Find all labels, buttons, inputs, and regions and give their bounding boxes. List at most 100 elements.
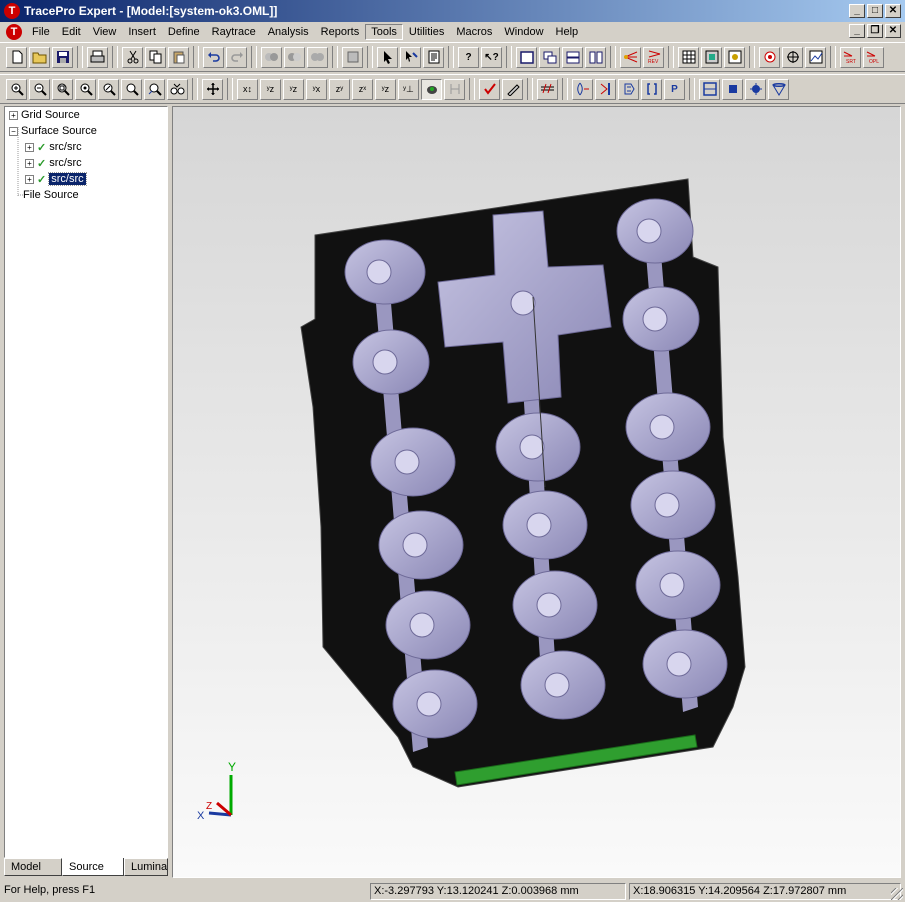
grid-box-icon[interactable] bbox=[699, 78, 720, 100]
rotate-xz-icon[interactable]: ʸz bbox=[283, 78, 304, 100]
tree-item-file-source[interactable]: File Source bbox=[23, 187, 79, 203]
tree-item-src-1[interactable]: + ✓ src/src bbox=[25, 139, 82, 155]
select-edge-icon[interactable] bbox=[400, 46, 421, 68]
checkmark-icon[interactable] bbox=[479, 78, 500, 100]
tab-source[interactable]: Source bbox=[62, 858, 124, 876]
source-icon[interactable] bbox=[759, 46, 780, 68]
menu-bar: T File Edit View Insert Define Raytrace … bbox=[0, 22, 905, 42]
boolean-intersect-icon[interactable] bbox=[261, 46, 282, 68]
close-button[interactable]: ✕ bbox=[885, 4, 901, 18]
tree-item-src-2[interactable]: + ✓ src/src bbox=[25, 155, 82, 171]
menu-raytrace[interactable]: Raytrace bbox=[206, 24, 262, 40]
doc-close-button[interactable]: ✕ bbox=[885, 24, 901, 38]
redo-icon[interactable] bbox=[226, 46, 247, 68]
ray-sort-icon[interactable] bbox=[805, 46, 826, 68]
tree-item-label: src/src bbox=[49, 157, 82, 169]
cut-icon[interactable] bbox=[122, 46, 143, 68]
rotate-x-icon[interactable]: ʸx bbox=[306, 78, 327, 100]
document-icon[interactable]: T bbox=[6, 24, 22, 40]
view-silhouette-icon[interactable] bbox=[421, 78, 442, 100]
app-icon[interactable]: T bbox=[4, 3, 20, 19]
separator bbox=[251, 46, 257, 68]
tree-item-src-3[interactable]: + ✓ src/src bbox=[25, 171, 87, 187]
resize-grip-icon[interactable] bbox=[891, 888, 903, 900]
view-axes-icon[interactable]: ʸ⊥ bbox=[398, 78, 419, 100]
pen-icon[interactable] bbox=[502, 78, 523, 100]
tab-model[interactable]: Model bbox=[4, 858, 62, 876]
menu-edit[interactable]: Edit bbox=[56, 24, 87, 40]
opl-icon[interactable]: OPL bbox=[863, 46, 884, 68]
open-folder-icon[interactable] bbox=[29, 46, 50, 68]
properties-sheet-icon[interactable] bbox=[423, 46, 444, 68]
checkmark-icon[interactable]: ✓ bbox=[37, 157, 46, 170]
hidden-line-icon[interactable] bbox=[444, 78, 465, 100]
pan-icon[interactable] bbox=[202, 78, 223, 100]
menu-define[interactable]: Define bbox=[162, 24, 206, 40]
dot-square-icon[interactable] bbox=[722, 78, 743, 100]
candela-plot-icon[interactable] bbox=[724, 46, 745, 68]
zoom-out-icon[interactable] bbox=[29, 78, 50, 100]
menu-view[interactable]: View bbox=[87, 24, 123, 40]
separator bbox=[830, 46, 836, 68]
doc-minimize-button[interactable]: _ bbox=[849, 24, 865, 38]
grid-icon[interactable] bbox=[678, 46, 699, 68]
boolean-union-icon[interactable] bbox=[307, 46, 328, 68]
menu-tools[interactable]: Tools bbox=[365, 24, 403, 40]
zoom-previous-icon[interactable] bbox=[144, 78, 165, 100]
rotate-xy-icon[interactable]: x↕ bbox=[237, 78, 258, 100]
target-icon[interactable] bbox=[782, 46, 803, 68]
tab-luminaire[interactable]: Lumina bbox=[124, 858, 168, 876]
copy-icon[interactable] bbox=[145, 46, 166, 68]
zoom-in-icon[interactable] bbox=[6, 78, 27, 100]
rotate-z-icon[interactable]: zʸ bbox=[329, 78, 350, 100]
raytrace-icon[interactable] bbox=[620, 46, 641, 68]
menu-window[interactable]: Window bbox=[498, 24, 549, 40]
print-icon[interactable] bbox=[87, 46, 108, 68]
checkmark-icon[interactable]: ✓ bbox=[37, 141, 46, 154]
rotate-free-icon[interactable]: zˣ bbox=[352, 78, 373, 100]
boolean-subtract-icon[interactable] bbox=[284, 46, 305, 68]
maximize-button[interactable]: □ bbox=[867, 4, 883, 18]
checkmark-icon[interactable]: ✓ bbox=[37, 173, 46, 186]
save-icon[interactable] bbox=[52, 46, 73, 68]
view-vertical-icon[interactable] bbox=[585, 46, 606, 68]
menu-insert[interactable]: Insert bbox=[122, 24, 162, 40]
splash-icon[interactable] bbox=[745, 78, 766, 100]
zoom-selection-icon[interactable] bbox=[98, 78, 119, 100]
help-icon[interactable]: ? bbox=[458, 46, 479, 68]
view-iso-icon[interactable]: ʸz bbox=[375, 78, 396, 100]
lens-icon[interactable] bbox=[572, 78, 593, 100]
rev-raytrace-icon[interactable]: REV bbox=[643, 46, 664, 68]
p-icon[interactable]: P bbox=[664, 78, 685, 100]
menu-file[interactable]: File bbox=[26, 24, 56, 40]
doc-restore-button[interactable]: ❐ bbox=[867, 24, 883, 38]
view-single-icon[interactable] bbox=[516, 46, 537, 68]
zoom-window-icon[interactable] bbox=[52, 78, 73, 100]
zoom-all-icon[interactable] bbox=[75, 78, 96, 100]
irradiance-map-icon[interactable] bbox=[701, 46, 722, 68]
minimize-button[interactable]: _ bbox=[849, 4, 865, 18]
undo-icon[interactable] bbox=[203, 46, 224, 68]
bracket-icon[interactable] bbox=[641, 78, 662, 100]
ray-display-icon[interactable] bbox=[537, 78, 558, 100]
select-arrow-icon[interactable] bbox=[377, 46, 398, 68]
menu-reports[interactable]: Reports bbox=[315, 24, 366, 40]
move-object-icon[interactable] bbox=[342, 46, 363, 68]
paste-icon[interactable] bbox=[168, 46, 189, 68]
mirror-icon[interactable] bbox=[618, 78, 639, 100]
context-help-icon[interactable]: ↖? bbox=[481, 46, 502, 68]
rotate-yz-icon[interactable]: ʸz bbox=[260, 78, 281, 100]
zoom-previous-view-icon[interactable] bbox=[167, 78, 188, 100]
zoom-dynamic-icon[interactable] bbox=[121, 78, 142, 100]
view-horizontal-icon[interactable] bbox=[562, 46, 583, 68]
menu-utilities[interactable]: Utilities bbox=[403, 24, 450, 40]
menu-analysis[interactable]: Analysis bbox=[262, 24, 315, 40]
srt-icon[interactable]: SRT bbox=[840, 46, 861, 68]
model-viewport[interactable]: Y X Z bbox=[172, 106, 901, 878]
menu-macros[interactable]: Macros bbox=[450, 24, 498, 40]
cone-icon[interactable] bbox=[768, 78, 789, 100]
new-file-icon[interactable] bbox=[6, 46, 27, 68]
filter-icon[interactable] bbox=[595, 78, 616, 100]
menu-help[interactable]: Help bbox=[550, 24, 585, 40]
view-cascade-icon[interactable] bbox=[539, 46, 560, 68]
